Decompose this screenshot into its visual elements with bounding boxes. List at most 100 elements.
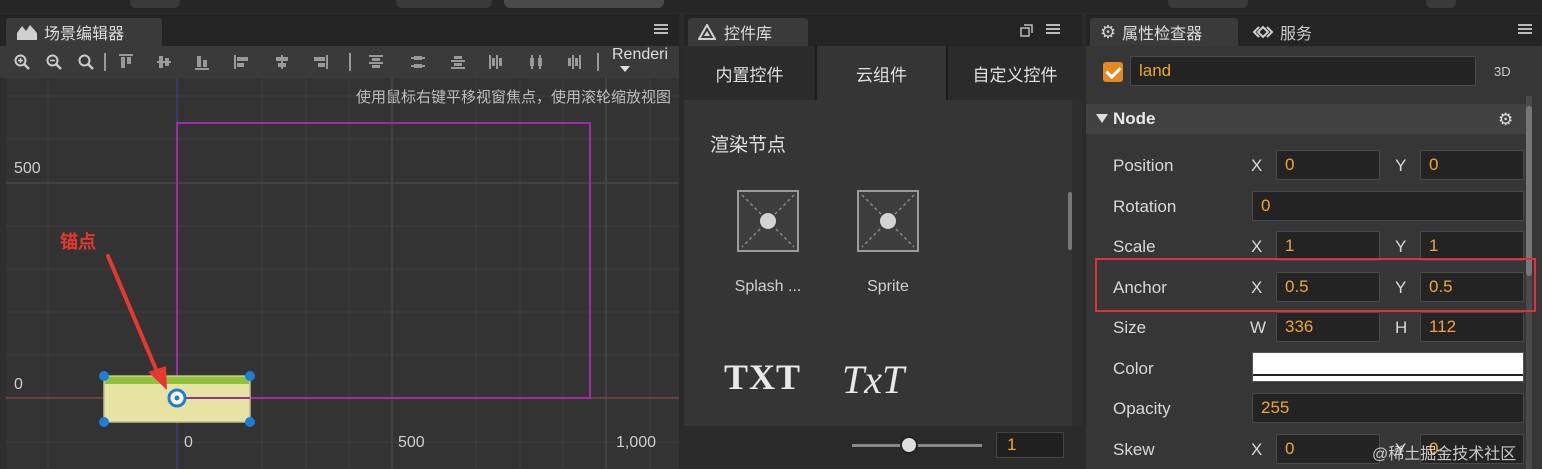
arrow-line: [106, 254, 160, 376]
tab-property-inspector[interactable]: ⚙ 属性检查器: [1090, 18, 1238, 46]
top-strip: [0, 0, 1542, 13]
prop-label-size: Size: [1113, 318, 1147, 337]
axis-y-label: Y: [1395, 237, 1407, 256]
prop-label-rotation: Rotation: [1113, 197, 1177, 216]
library-footer: 1: [684, 426, 1082, 469]
label-icon[interactable]: TXT: [724, 356, 801, 398]
position-x-input[interactable]: 0: [1276, 150, 1380, 180]
prop-label-scale: Scale: [1113, 237, 1156, 256]
size-width-input[interactable]: 336: [1276, 312, 1380, 342]
gear-icon[interactable]: ⚙: [1498, 110, 1513, 130]
popout-icon[interactable]: [1020, 24, 1033, 37]
richtext-icon[interactable]: TxT: [842, 356, 904, 403]
tab-label: 属性检查器: [1122, 26, 1203, 43]
panel-menu-icon[interactable]: [654, 24, 668, 35]
axis-label-x-0: 0: [184, 434, 193, 451]
library-scrollbar[interactable]: [1068, 192, 1072, 250]
section-title-render-nodes: 渲染节点: [710, 135, 787, 156]
align-hcenter-icon[interactable]: [274, 54, 290, 70]
axis-label-y-500: 500: [14, 160, 41, 177]
resize-handle[interactable]: [99, 417, 109, 427]
node-section-header[interactable]: Node ⚙: [1086, 104, 1526, 134]
prop-label-position: Position: [1113, 156, 1174, 175]
scene-viewport[interactable]: 使用鼠标右键平移视窗焦点，使用滚轮缩放视图 500 0 0 500 1,000 …: [6, 78, 679, 469]
anchor-annotation: 锚点: [60, 232, 96, 252]
node-enabled-checkbox[interactable]: [1103, 62, 1123, 82]
distribute-hcenter-icon[interactable]: [528, 54, 544, 70]
link-icon: [1252, 25, 1274, 39]
scale-y-input[interactable]: 1: [1420, 231, 1524, 261]
scene-canvas[interactable]: [6, 78, 679, 469]
axis-x-label: X: [1251, 156, 1263, 175]
axis-y-label: Y: [1395, 156, 1407, 175]
panel-menu-icon[interactable]: [1518, 24, 1532, 35]
tab-widget-library[interactable]: 控件库: [688, 18, 808, 46]
axis-label-x-1000: 1,000: [616, 434, 657, 451]
prop-label-skew: Skew: [1113, 440, 1155, 459]
prop-label-color: Color: [1113, 359, 1154, 378]
resize-handle[interactable]: [245, 371, 255, 381]
scrollbar-thumb[interactable]: [1526, 106, 1532, 276]
rotation-input[interactable]: 0: [1252, 191, 1524, 221]
resize-handle[interactable]: [245, 417, 255, 427]
widget-splash[interactable]: Splash ...: [713, 190, 823, 296]
align-vcenter-icon[interactable]: [156, 54, 172, 70]
render-mode-button[interactable]: Renderi: [612, 46, 668, 64]
size-height-input[interactable]: 112: [1420, 312, 1524, 342]
inspector-panel: ⚙ 属性检查器 服务 land 3D Node ⚙ Position X 0 Y…: [1086, 14, 1542, 469]
land-grass-strip: [105, 377, 249, 384]
gear-icon: ⚙: [1100, 21, 1117, 42]
widget-sprite[interactable]: Sprite: [833, 190, 943, 296]
top-pill: [396, 0, 492, 8]
zoom-reset-icon[interactable]: [78, 54, 94, 70]
axis-label-y-0: 0: [14, 376, 23, 393]
tab-scene-editor[interactable]: 场景编辑器: [6, 18, 162, 46]
scene-toolbar: Renderi: [0, 46, 679, 78]
slider-handle[interactable]: [900, 436, 918, 454]
distribute-right-icon[interactable]: [566, 54, 582, 70]
toggle-3d-button[interactable]: 3D: [1494, 64, 1511, 79]
distribute-vcenter-icon[interactable]: [410, 54, 426, 70]
scene-editor-panel: 场景编辑器 Renderi 使用鼠标右键平移视窗焦点，使用滚轮缩放视图 500 …: [0, 14, 679, 469]
align-top-icon[interactable]: [118, 54, 134, 70]
widget-library-panel: 控件库 内置控件 云组件 自定义控件 渲染节点 Splash ... Sprit…: [684, 14, 1082, 469]
chevron-down-icon[interactable]: [620, 66, 630, 72]
image-placeholder-icon: [857, 190, 919, 252]
design-resolution-frame: [176, 122, 591, 399]
icon-size-input[interactable]: 1: [996, 432, 1064, 458]
tab-builtin-widgets[interactable]: 内置控件: [684, 46, 817, 100]
skew-x-input[interactable]: 0: [1276, 434, 1380, 464]
widget-name: Sprite: [867, 278, 909, 295]
zoom-out-icon[interactable]: [46, 54, 62, 70]
align-left-icon[interactable]: [234, 54, 250, 70]
distribute-top-icon[interactable]: [368, 54, 384, 70]
tab-services[interactable]: 服务: [1242, 18, 1342, 46]
node-name-input[interactable]: land: [1130, 56, 1476, 86]
axis-label-x-500: 500: [398, 434, 425, 451]
anchor-point-dot: [174, 395, 180, 401]
top-pill: [504, 0, 664, 8]
resize-handle[interactable]: [99, 371, 109, 381]
caret-down-icon: [1096, 114, 1108, 123]
tab-cloud-components[interactable]: 云组件: [817, 46, 948, 100]
distribute-left-icon[interactable]: [488, 54, 504, 70]
library-content: 渲染节点 Splash ... Sprite TXT TxT: [684, 100, 1072, 426]
tab-custom-widgets[interactable]: 自定义控件: [948, 46, 1082, 100]
top-pill: [1168, 0, 1248, 8]
scale-x-input[interactable]: 1: [1276, 231, 1380, 261]
distribute-bottom-icon[interactable]: [450, 54, 466, 70]
panel-menu-icon[interactable]: [1046, 24, 1060, 35]
prop-label-opacity: Opacity: [1113, 399, 1171, 418]
tab-label: 云组件: [856, 65, 907, 85]
top-pill: [130, 0, 180, 8]
align-right-icon[interactable]: [312, 54, 328, 70]
anchor-highlight-box: [1095, 258, 1536, 312]
library-category-tabs: 内置控件 云组件 自定义控件: [684, 46, 1082, 100]
align-bottom-icon[interactable]: [194, 54, 210, 70]
zoom-in-icon[interactable]: [14, 54, 30, 70]
position-y-input[interactable]: 0: [1420, 150, 1524, 180]
color-swatch[interactable]: [1252, 352, 1524, 382]
scene-tabbar: 场景编辑器: [0, 14, 679, 46]
toolbar-separator: [104, 53, 106, 71]
opacity-input[interactable]: 255: [1252, 393, 1524, 423]
